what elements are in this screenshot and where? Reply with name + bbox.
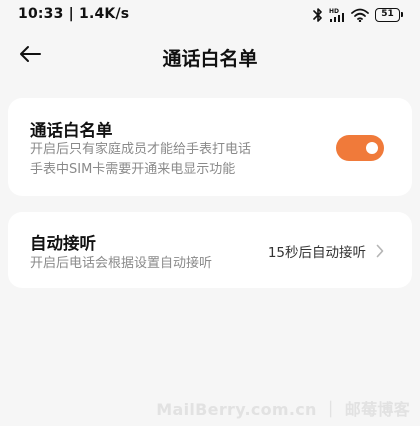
auto-answer-value: 15秒后自动接听 [267, 245, 366, 261]
chevron-right-icon [374, 242, 386, 260]
status-icons: HD 51 [313, 5, 403, 25]
screen: 10:33 | 1.4K/s HD 51 通话白名单 通话白名单 开启后只有家庭… [0, 0, 420, 426]
hd-signal-icon: HD [329, 7, 345, 23]
auto-answer-card[interactable]: 自动接听 开启后电话会根据设置自动接听 15秒后自动接听 [8, 212, 412, 288]
whitelist-description-line1: 开启后只有家庭成员才能给手表打电话 [30, 142, 252, 157]
toggle-knob [366, 142, 378, 154]
bluetooth-icon [313, 7, 323, 23]
whitelist-description-line2: 手表中SIM卡需要开通来电显示功能 [30, 162, 236, 177]
whitelist-title: 通话白名单 [30, 121, 113, 140]
whitelist-card: 通话白名单 开启后只有家庭成员才能给手表打电话 手表中SIM卡需要开通来电显示功… [8, 98, 412, 196]
status-bar: 10:33 | 1.4K/s HD 51 [0, 0, 420, 30]
watermark: MailBerry.com.cn ｜ 邮莓博客 [156, 400, 410, 419]
whitelist-toggle[interactable] [336, 135, 384, 161]
auto-answer-description: 开启后电话会根据设置自动接听 [30, 256, 213, 271]
status-time-speed: 10:33 | 1.4K/s [18, 6, 130, 22]
page-title: 通话白名单 [162, 48, 258, 70]
battery-icon: 51 [375, 8, 403, 22]
auto-answer-title: 自动接听 [30, 234, 96, 253]
svg-text:HD: HD [329, 8, 339, 15]
wifi-icon [351, 8, 369, 22]
header: 通话白名单 [0, 36, 420, 76]
